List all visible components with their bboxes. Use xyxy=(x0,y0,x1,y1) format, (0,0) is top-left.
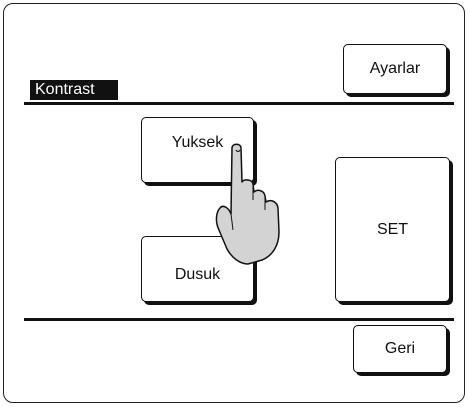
set-button-label: SET xyxy=(376,220,409,238)
back-button[interactable]: Geri xyxy=(353,325,447,373)
settings-button-label: Ayarlar xyxy=(369,60,421,77)
contrast-high-label: Yuksek xyxy=(171,134,224,151)
contrast-low-button[interactable]: Dusuk xyxy=(141,236,254,302)
header-divider xyxy=(24,102,454,105)
contrast-low-label: Dusuk xyxy=(174,266,221,283)
back-button-label: Geri xyxy=(384,340,416,357)
set-button[interactable]: SET xyxy=(335,157,450,302)
screen-title-text: Kontrast xyxy=(35,81,95,98)
contrast-high-button[interactable]: Yuksek xyxy=(141,117,254,183)
screen-title: Kontrast xyxy=(30,80,118,100)
settings-button[interactable]: Ayarlar xyxy=(343,44,447,94)
footer-divider xyxy=(24,318,454,321)
